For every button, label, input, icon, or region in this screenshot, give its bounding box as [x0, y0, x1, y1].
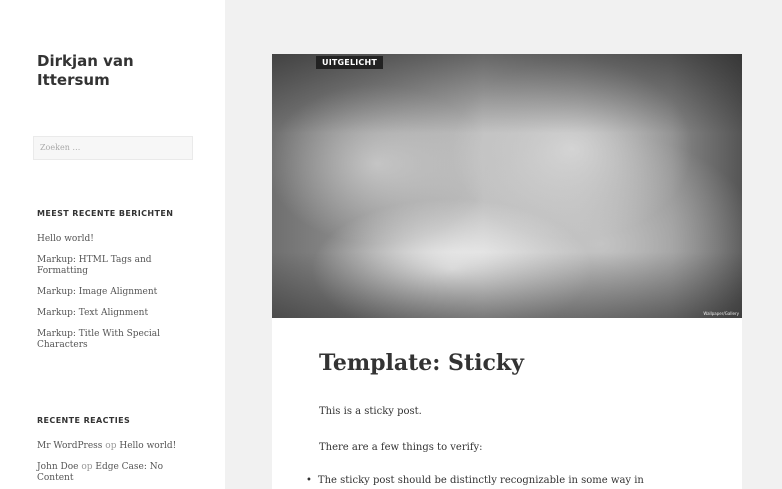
site-title[interactable]: Dirkjan van Ittersum [37, 52, 207, 90]
comment-sep: op [81, 462, 93, 472]
entry-paragraph: There are a few things to verify: [319, 442, 483, 453]
sidebar: Dirkjan van Ittersum Zoeken … MEEST RECE… [0, 0, 225, 489]
comment-author[interactable]: John Doe [37, 462, 78, 472]
search-input[interactable]: Zoeken … [33, 136, 193, 160]
comment-author[interactable]: Mr WordPress [37, 441, 102, 451]
recent-post-link[interactable]: Hello world! [37, 234, 197, 245]
entry-paragraph: This is a sticky post. [319, 406, 422, 417]
recent-post-link[interactable]: Markup: Title With Special Characters [37, 329, 197, 351]
recent-post-link[interactable]: Markup: Image Alignment [37, 287, 197, 298]
comment-post-link[interactable]: Hello world! [119, 441, 176, 451]
recent-comment: Mr WordPress op Hello world! [37, 441, 197, 452]
search-placeholder: Zoeken … [40, 143, 81, 152]
entry-title[interactable]: Template: Sticky [319, 350, 524, 376]
recent-posts-title: MEEST RECENTE BERICHTEN [37, 209, 174, 218]
recent-comments-list: Mr WordPress op Hello world! John Doe op… [37, 441, 197, 489]
entry-list-item: The sticky post should be distinctly rec… [306, 475, 644, 486]
recent-post-link[interactable]: Markup: Text Alignment [37, 308, 197, 319]
image-credit: Wallpaper/Gallery [703, 311, 739, 316]
comment-sep: op [105, 441, 117, 451]
recent-post-link[interactable]: Markup: HTML Tags and Formatting [37, 255, 197, 277]
recent-comments-title: RECENTE REACTIES [37, 416, 131, 425]
featured-image[interactable]: UITGELICHT Wallpaper/Gallery [272, 54, 742, 318]
article: UITGELICHT Wallpaper/Gallery Template: S… [272, 54, 742, 489]
recent-posts-list: Hello world! Markup: HTML Tags and Forma… [37, 234, 197, 361]
recent-comment: John Doe op Edge Case: No Content [37, 462, 197, 484]
entry-list: The sticky post should be distinctly rec… [306, 475, 644, 486]
sticky-badge: UITGELICHT [316, 56, 384, 69]
